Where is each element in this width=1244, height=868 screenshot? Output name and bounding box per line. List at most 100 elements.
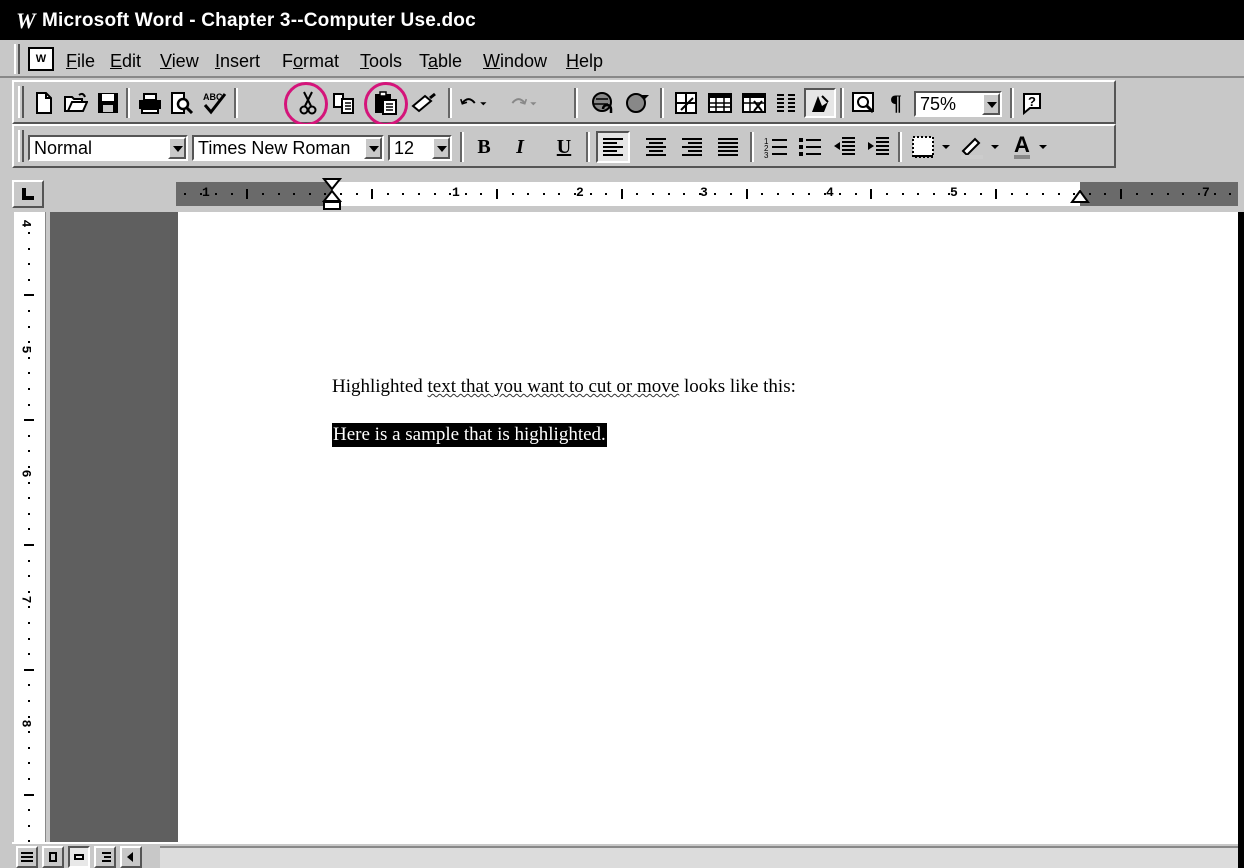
outline-view-button[interactable]	[94, 846, 116, 868]
vertical-ruler-tick	[28, 528, 30, 531]
document-paragraph-2[interactable]: Here is a sample that is highlighted.	[332, 423, 607, 447]
style-select[interactable]: Normal	[28, 135, 188, 161]
document-map-icon[interactable]	[850, 90, 878, 116]
borders-icon[interactable]	[910, 134, 954, 160]
zoom-select[interactable]: 75%	[914, 91, 1002, 117]
new-icon[interactable]	[30, 90, 58, 116]
bullets-icon[interactable]	[796, 134, 824, 160]
print-icon[interactable]	[136, 90, 164, 116]
copy-icon[interactable]	[330, 90, 358, 116]
chevron-down-icon[interactable]	[982, 93, 1000, 115]
ruler-tick	[808, 193, 810, 195]
ruler-tick	[667, 193, 670, 195]
vertical-ruler-tick	[28, 232, 30, 234]
align-center-button[interactable]	[642, 134, 670, 160]
align-left-button[interactable]	[596, 131, 630, 163]
save-icon[interactable]	[94, 90, 122, 116]
align-right-button[interactable]	[678, 134, 706, 160]
menu-file[interactable]: File	[66, 51, 95, 72]
redo-icon[interactable]	[510, 90, 538, 116]
menu-table[interactable]: Table	[419, 51, 462, 72]
toolbar-grip[interactable]	[18, 86, 24, 118]
bold-button[interactable]: B	[470, 134, 498, 160]
vertical-ruler-label: 4	[18, 219, 34, 228]
underline-button[interactable]: U	[550, 134, 578, 160]
numbering-icon[interactable]: 123	[762, 134, 790, 160]
ruler-tick	[1026, 193, 1029, 195]
ruler-label: 3	[700, 185, 708, 200]
web-toolbar-icon[interactable]	[624, 90, 652, 116]
first-line-indent-marker[interactable]	[322, 178, 342, 210]
window-edge	[1238, 212, 1244, 868]
insert-excel-icon[interactable]	[740, 90, 768, 116]
ruler-tick	[636, 193, 639, 195]
web-layout-view-button[interactable]	[42, 846, 64, 868]
ruler-tick	[854, 193, 857, 195]
menubar-grip[interactable]	[14, 44, 20, 74]
ruler-tick	[527, 193, 530, 195]
menu-help[interactable]: Help	[566, 51, 603, 72]
print-preview-icon[interactable]	[168, 90, 196, 116]
insert-table-icon[interactable]	[706, 90, 734, 116]
hyperlink-icon[interactable]	[590, 90, 618, 116]
font-select[interactable]: Times New Roman	[192, 135, 384, 161]
chevron-down-icon[interactable]	[168, 137, 186, 159]
justify-button[interactable]	[714, 134, 742, 160]
italic-button[interactable]: I	[506, 134, 534, 160]
ruler-tick	[215, 193, 218, 195]
right-indent-marker[interactable]	[1070, 190, 1090, 204]
vertical-ruler-tick	[24, 793, 34, 796]
grammar-flagged-text: text that you want to cut or move	[427, 376, 680, 397]
document-page[interactable]: Highlighted text that you want to cut or…	[178, 212, 1238, 842]
menu-tools[interactable]: Tools	[360, 51, 402, 72]
cut-icon[interactable]	[294, 90, 322, 116]
text-run: looks like this:	[679, 376, 796, 397]
selected-text[interactable]: Here is a sample that is highlighted.	[332, 423, 607, 447]
word-logo-icon: W	[16, 8, 36, 33]
toolbar-grip[interactable]	[18, 130, 24, 162]
chevron-down-icon[interactable]	[364, 137, 382, 159]
window-title: Microsoft Word - Chapter 3--Computer Use…	[42, 10, 476, 31]
increase-indent-icon[interactable]	[864, 134, 892, 160]
horizontal-scrollbar[interactable]	[160, 846, 1238, 868]
decrease-indent-icon[interactable]	[830, 134, 858, 160]
highlight-icon[interactable]	[958, 134, 1002, 160]
show-hide-icon[interactable]: ¶	[882, 90, 910, 116]
font-color-icon[interactable]: A	[1008, 134, 1054, 160]
font-size-select[interactable]: 12	[388, 135, 452, 161]
menu-insert[interactable]: Insert	[215, 51, 260, 72]
print-layout-view-button[interactable]	[68, 846, 90, 868]
document-paragraph-1[interactable]: Highlighted text that you want to cut or…	[332, 376, 796, 398]
tables-borders-icon[interactable]	[672, 90, 700, 116]
menu-edit[interactable]: Edit	[110, 51, 141, 72]
format-painter-icon[interactable]	[410, 90, 438, 116]
document-control-icon[interactable]: W	[28, 47, 54, 71]
tab-selector[interactable]	[12, 180, 44, 208]
normal-view-button[interactable]	[16, 846, 38, 868]
ruler-tick	[1198, 193, 1200, 195]
vertical-ruler-tick	[28, 278, 30, 281]
vertical-ruler-tick	[28, 700, 30, 702]
menu-window[interactable]: Window	[483, 51, 547, 72]
vertical-ruler-tick	[28, 606, 30, 609]
scroll-left-button[interactable]	[120, 846, 142, 868]
spelling-icon[interactable]: ABC	[200, 90, 228, 116]
ruler-tick	[184, 193, 186, 195]
columns-icon[interactable]	[772, 90, 800, 116]
vertical-ruler-tick	[28, 559, 30, 562]
menu-format[interactable]: Format	[282, 51, 339, 72]
chevron-down-icon[interactable]	[432, 137, 450, 159]
menu-view[interactable]: View	[160, 51, 199, 72]
open-icon[interactable]	[62, 90, 90, 116]
ruler-tick	[355, 193, 358, 195]
ruler-tick	[652, 193, 654, 195]
drawing-icon[interactable]	[804, 88, 836, 118]
horizontal-ruler[interactable]: 1 1 2 3 4 5 7	[176, 178, 1238, 210]
paste-icon[interactable]	[372, 90, 400, 116]
vertical-ruler-tick	[24, 419, 34, 422]
undo-icon[interactable]	[460, 90, 488, 116]
ruler-tick	[480, 193, 483, 195]
ruler-tick	[1120, 189, 1122, 199]
vertical-ruler-tick	[28, 715, 30, 718]
help-icon[interactable]: ?	[1020, 90, 1048, 116]
